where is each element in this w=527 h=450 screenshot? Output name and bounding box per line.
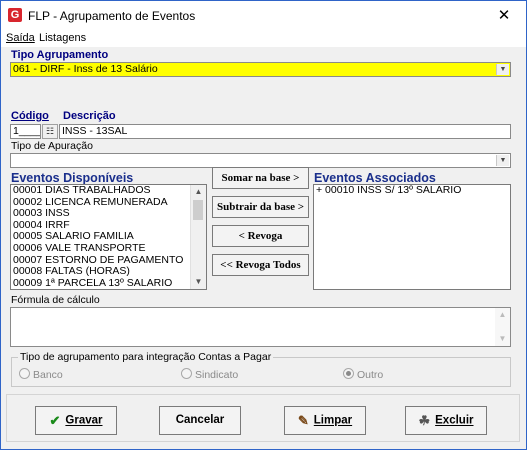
integracao-group-title: Tipo de agrupamento para integração Cont… bbox=[18, 351, 274, 363]
eventos-associados-rows: + 00010 INSS S/ 13º SALARIO bbox=[314, 185, 510, 197]
gravar-button[interactable]: ✔ Gravar bbox=[35, 406, 117, 435]
tipo-agrupamento-label: Tipo Agrupamento bbox=[11, 49, 109, 61]
gravar-label: Gravar bbox=[65, 414, 103, 427]
scroll-up-icon[interactable]: ▲ bbox=[191, 185, 206, 199]
formula-scrollbar[interactable]: ▲ ▼ bbox=[495, 308, 510, 346]
menu-saida[interactable]: Saída bbox=[6, 32, 35, 44]
scroll-thumb[interactable] bbox=[193, 200, 203, 220]
radio-outro[interactable]: Outro bbox=[343, 368, 383, 381]
list-item[interactable]: + 00010 INSS S/ 13º SALARIO bbox=[314, 185, 510, 197]
radio-banco-label: Banco bbox=[33, 369, 63, 381]
window-title: FLP - Agrupamento de Eventos bbox=[28, 9, 196, 23]
list-item[interactable]: 00008 FALTAS (HORAS) bbox=[11, 266, 191, 278]
tipo-agrupamento-value: 061 - DIRF - Inss de 13 Salário bbox=[13, 63, 158, 75]
window-frame: G FLP - Agrupamento de Eventos ✕ Saída L… bbox=[0, 0, 527, 450]
list-item[interactable]: 00001 DIAS TRABALHADOS bbox=[11, 185, 191, 197]
revoga-button[interactable]: < Revoga bbox=[212, 225, 309, 247]
tipo-apuracao-label: Tipo de Apuração bbox=[11, 140, 93, 152]
list-item[interactable]: 00006 VALE TRANSPORTE bbox=[11, 242, 191, 255]
app-logo-icon: G bbox=[8, 8, 22, 22]
menu-bar: Saída Listagens bbox=[1, 31, 526, 47]
eventos-disponiveis-rows: 00001 DIAS TRABALHADOS 00002 LICENCA REMU… bbox=[11, 185, 191, 289]
radio-circle-icon bbox=[19, 368, 30, 379]
scroll-up-icon[interactable]: ▲ bbox=[495, 308, 510, 322]
title-bar: G FLP - Agrupamento de Eventos ✕ bbox=[1, 1, 526, 31]
eventos-disponiveis-list[interactable]: 00001 DIAS TRABALHADOS 00002 LICENCA REMU… bbox=[10, 184, 207, 290]
eventos-associados-list[interactable]: + 00010 INSS S/ 13º SALARIO bbox=[313, 184, 511, 290]
descricao-input[interactable]: INSS - 13SAL bbox=[59, 124, 511, 139]
somar-na-base-button[interactable]: Somar na base > bbox=[212, 167, 309, 189]
radio-selected-icon bbox=[343, 368, 354, 379]
menu-saida-label: Saída bbox=[6, 32, 35, 44]
check-icon: ✔ bbox=[49, 413, 61, 428]
close-button[interactable]: ✕ bbox=[482, 1, 526, 31]
tipo-apuracao-select[interactable]: ▼ bbox=[10, 153, 511, 168]
radio-sindicato-label: Sindicato bbox=[195, 369, 239, 381]
tipo-agrupamento-select[interactable]: 061 - DIRF - Inss de 13 Salário ▼ bbox=[10, 62, 511, 77]
menu-listagens[interactable]: Listagens bbox=[39, 32, 86, 44]
cancelar-button[interactable]: Cancelar bbox=[159, 406, 241, 435]
formula-textarea[interactable]: ▲ ▼ bbox=[10, 307, 511, 347]
chevron-down-icon[interactable]: ▼ bbox=[496, 64, 509, 75]
excluir-label: Excluir bbox=[435, 414, 474, 427]
codigo-label: Código bbox=[11, 110, 49, 122]
menu-listagens-label: Listagens bbox=[39, 32, 87, 44]
eventos-associados-label: Eventos Associados bbox=[314, 171, 436, 185]
list-item[interactable]: 00009 1ª PARCELA 13º SALARIO bbox=[11, 277, 191, 289]
formula-label: Fórmula de cálculo bbox=[11, 294, 100, 306]
delete-icon: ☘ bbox=[418, 413, 431, 428]
radio-banco[interactable]: Banco bbox=[19, 368, 63, 381]
radio-circle-icon bbox=[181, 368, 192, 379]
chevron-down-icon[interactable]: ▼ bbox=[496, 155, 509, 166]
excluir-button[interactable]: ☘ Excluir bbox=[405, 406, 487, 435]
scroll-down-icon[interactable]: ▼ bbox=[191, 275, 206, 289]
codigo-input[interactable]: 1____ bbox=[10, 124, 41, 139]
revoga-todos-button[interactable]: << Revoga Todos bbox=[212, 254, 309, 276]
radio-outro-label: Outro bbox=[357, 369, 384, 381]
descricao-label: Descrição bbox=[63, 110, 116, 122]
limpar-button[interactable]: ✎ Limpar bbox=[284, 406, 366, 435]
binoculars-icon[interactable]: ☷ bbox=[42, 124, 58, 139]
eventos-disponiveis-label: Eventos Disponíveis bbox=[11, 171, 134, 185]
eraser-icon: ✎ bbox=[297, 413, 309, 428]
radio-sindicato[interactable]: Sindicato bbox=[181, 368, 238, 381]
subtrair-da-base-button[interactable]: Subtrair da base > bbox=[212, 196, 309, 218]
limpar-label: Limpar bbox=[313, 414, 353, 427]
scrollbar[interactable]: ▲ ▼ bbox=[190, 185, 206, 289]
scroll-down-icon[interactable]: ▼ bbox=[495, 332, 510, 346]
